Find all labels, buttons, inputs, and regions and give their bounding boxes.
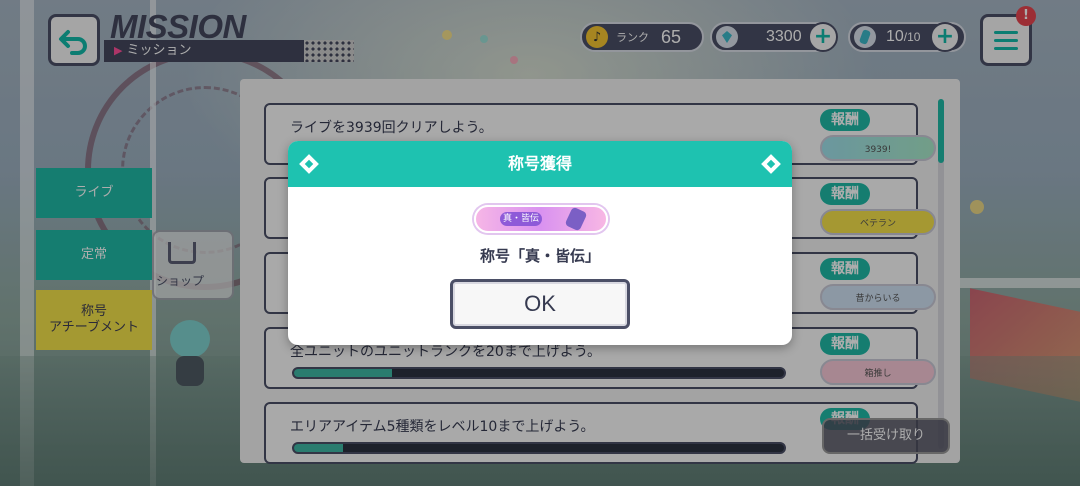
charm-icon [564,206,588,232]
dialog-title: 称号獲得 [507,154,572,173]
diamond-icon [761,154,781,174]
dialog-header: 称号獲得 [288,141,792,187]
title-badge-text: 真・皆伝 [500,212,542,226]
diamond-icon [299,154,319,174]
ok-button[interactable]: OK [450,279,630,329]
dialog-message: 称号「真・皆伝」 [479,247,600,265]
title-acquired-dialog: 称号獲得 真・皆伝 称号「真・皆伝」 OK [288,141,792,345]
title-badge-image: 真・皆伝 [474,205,608,233]
